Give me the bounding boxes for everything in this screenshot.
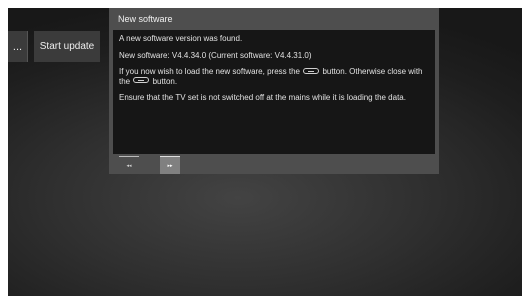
tv-screen: ... Start update New software A new soft… [8, 8, 522, 296]
fast-forward-icon: ▸▸ [167, 162, 173, 169]
new-software-dialog: New software A new software version was … [109, 8, 439, 174]
dialog-nav-bar: ◂◂ ▸▸ [113, 156, 435, 174]
next-button[interactable]: ▸▸ [160, 156, 180, 174]
rewind-icon: ◂◂ [126, 162, 132, 169]
previous-button[interactable]: ◂◂ [119, 156, 139, 174]
dialog-body: A new software version was found. New so… [113, 30, 435, 154]
dialog-line-instructions: If you now wish to load the new software… [119, 67, 429, 86]
exit-key-icon [133, 77, 150, 84]
start-update-menu-item[interactable]: Start update [34, 31, 100, 62]
dialog-line-warning: Ensure that the TV set is not switched o… [119, 93, 406, 102]
dialog-line-found: A new software version was found. [119, 34, 243, 43]
forward-key-icon [303, 67, 320, 74]
dialog-line-version: New software: V4.4.34.0 (Current softwar… [119, 50, 312, 60]
dialog-title: New software [118, 14, 173, 24]
more-menu-item[interactable]: ... [8, 31, 28, 62]
instructions-part-1: If you now wish to load the new software… [119, 67, 300, 76]
more-menu-label: ... [12, 40, 23, 53]
instructions-part-3: button. [152, 76, 178, 86]
start-update-label: Start update [39, 41, 95, 52]
